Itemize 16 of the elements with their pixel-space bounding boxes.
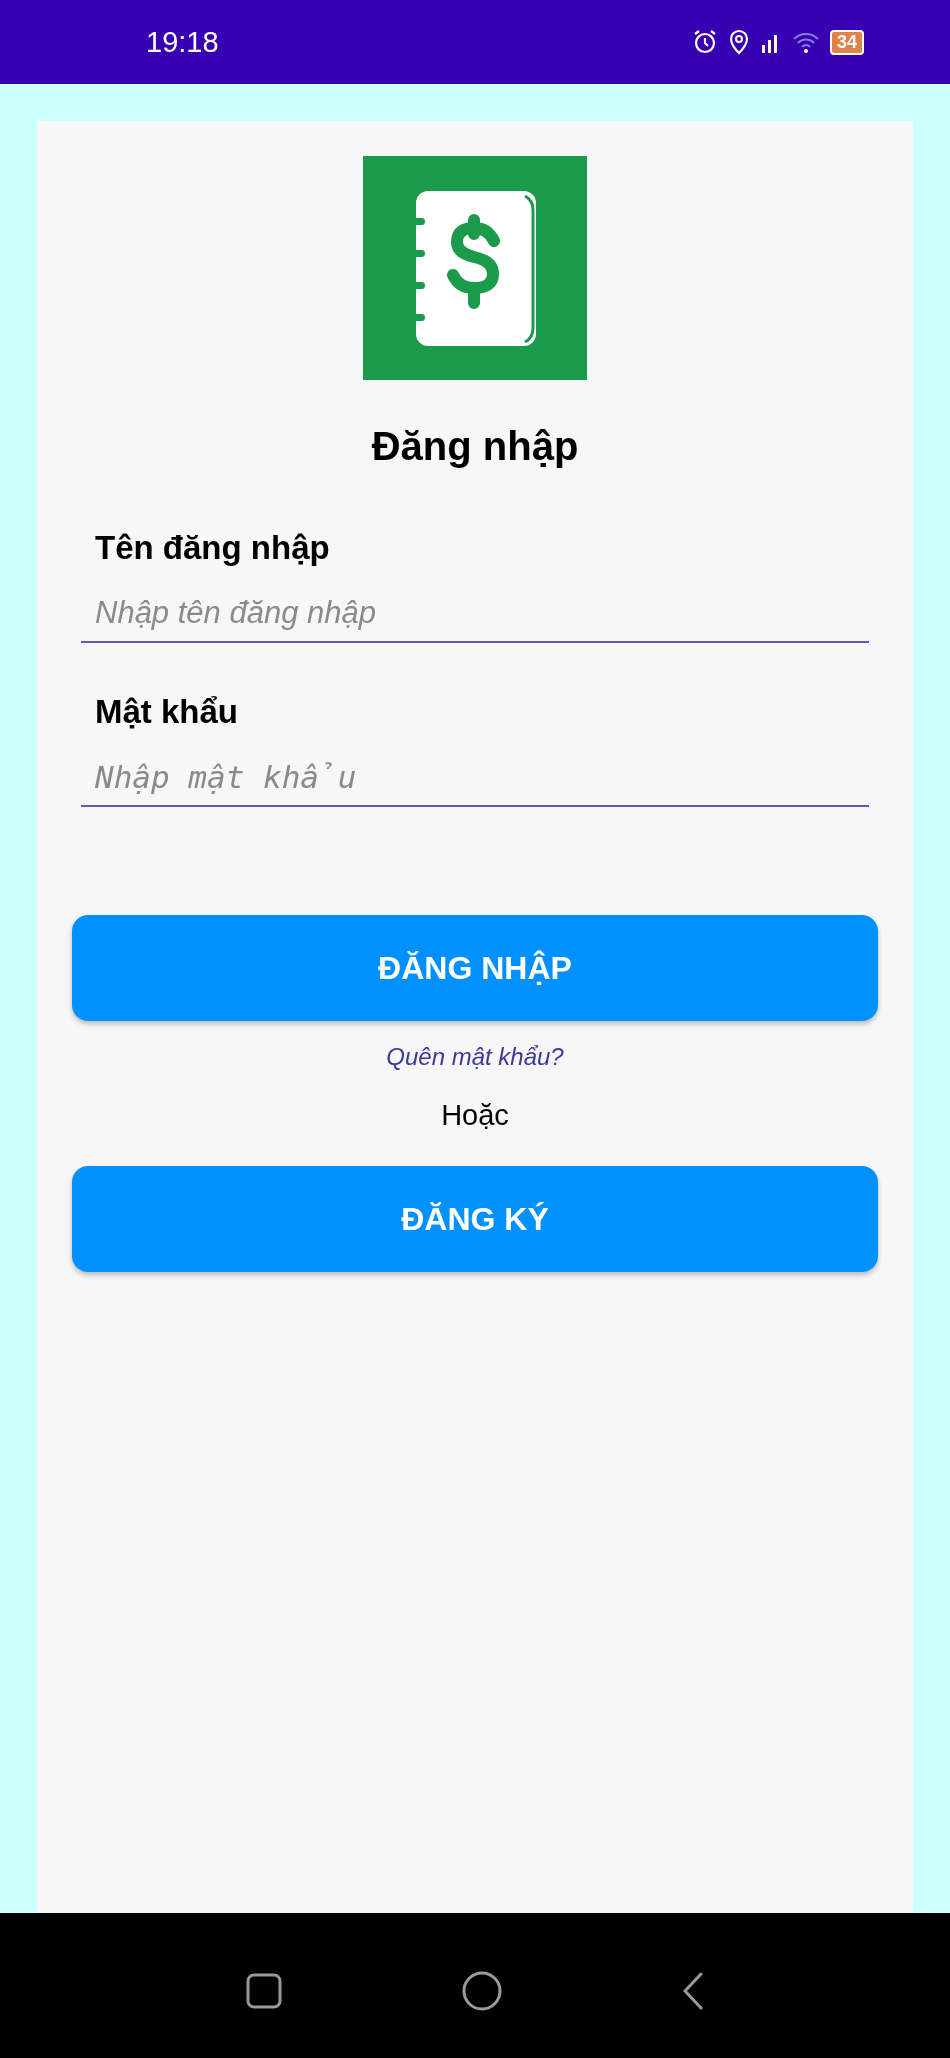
battery-indicator: 34 [829, 29, 864, 55]
recents-icon[interactable] [246, 1972, 282, 2009]
register-button[interactable]: ĐĂNG KÝ [72, 1166, 878, 1272]
screen-title: Đăng nhập [371, 424, 579, 469]
field-label: Tên đăng nhập [95, 529, 331, 567]
password-field[interactable]: Nhập mật khẩu [81, 755, 869, 807]
back-icon[interactable] [682, 1971, 704, 2010]
separator-text: Hoặc [441, 1099, 509, 1132]
clock-time: 19:18 [146, 25, 219, 59]
field-label: Mật khẩu [95, 693, 240, 731]
login-button[interactable]: ĐĂNG NHẬP [72, 915, 878, 1021]
ledger-dollar-icon [363, 156, 587, 380]
forgot-password-link[interactable]: Quên mật khẩu? [386, 1043, 564, 1071]
home-icon[interactable] [462, 1970, 502, 2011]
location-icon [727, 29, 750, 55]
username-field[interactable]: Nhập tên đăng nhập [81, 591, 869, 643]
